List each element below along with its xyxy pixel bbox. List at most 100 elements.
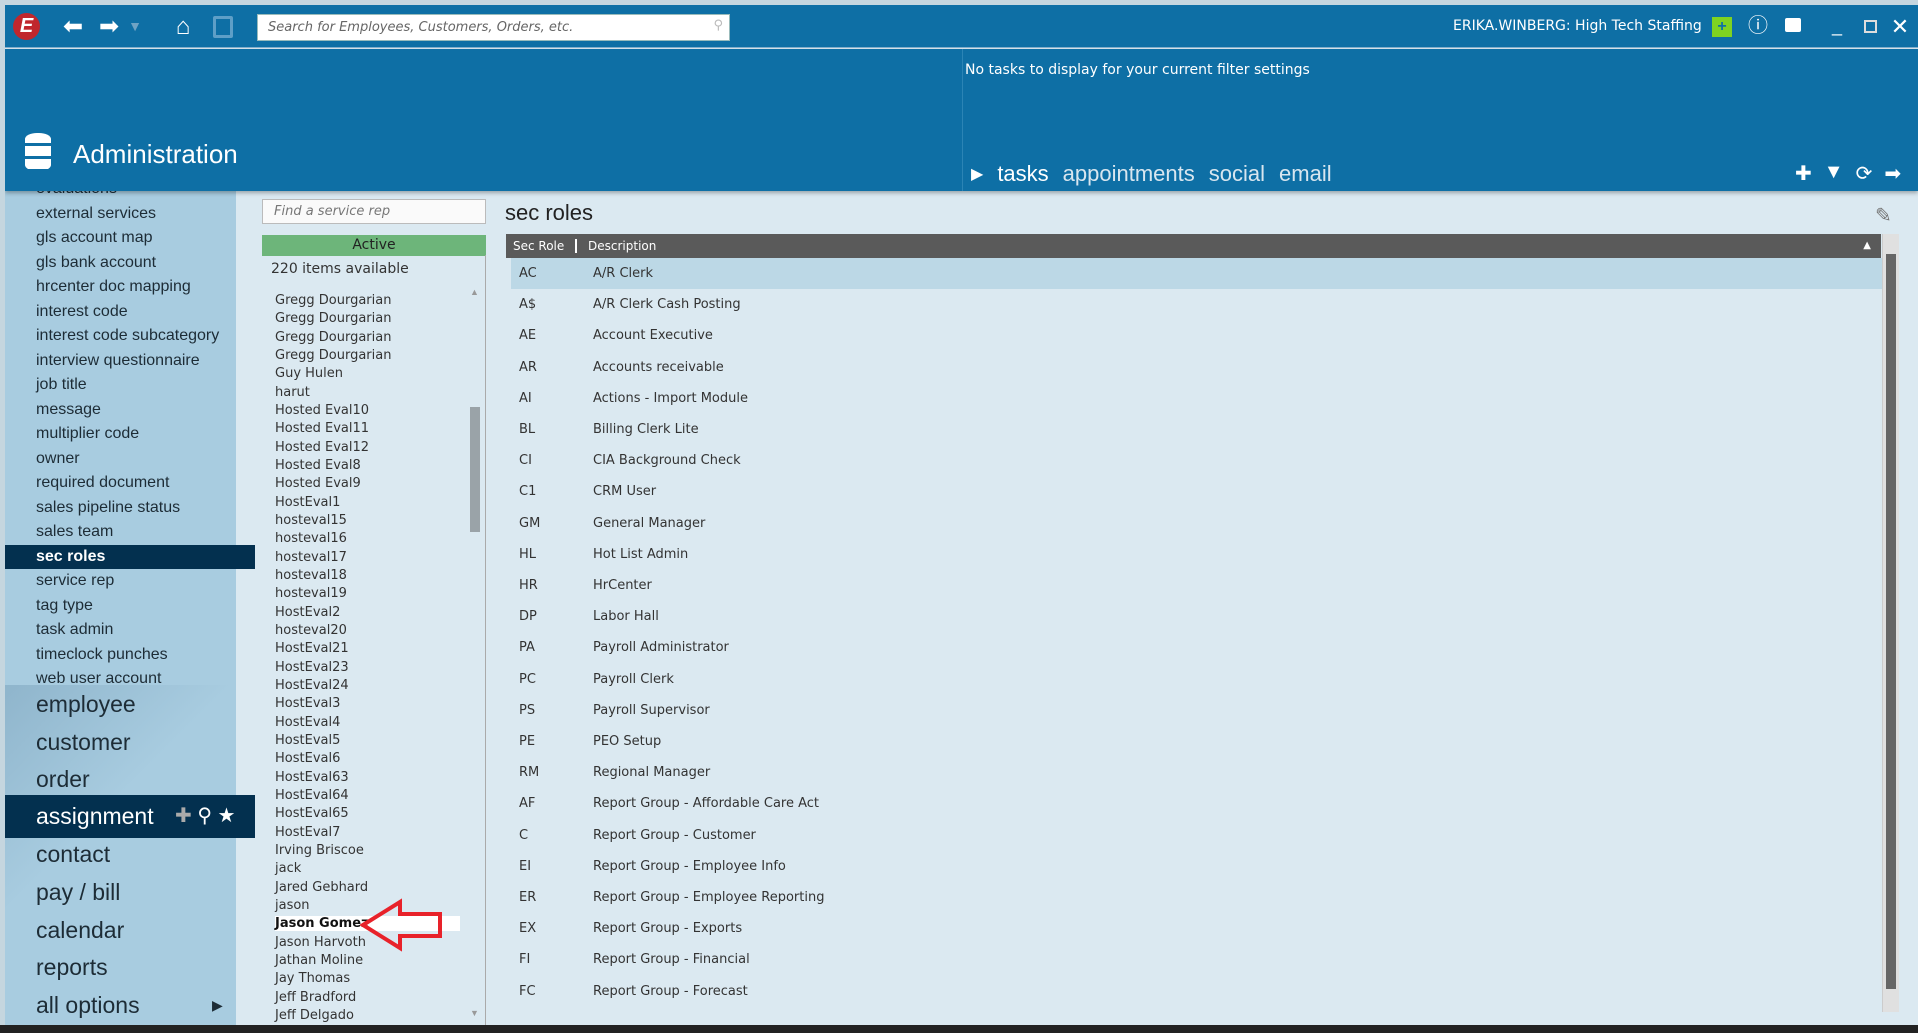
app-logo[interactable]: E xyxy=(13,13,40,40)
list-item[interactable]: HostEval7 xyxy=(275,825,340,840)
nav-item-contact[interactable]: contact xyxy=(5,835,236,873)
add-icon[interactable]: ✚ xyxy=(175,805,192,827)
nav-item-reports[interactable]: reports xyxy=(5,948,236,986)
save-icon[interactable] xyxy=(213,16,233,38)
filter-icon[interactable]: ▼ xyxy=(1824,161,1844,186)
table-row[interactable]: FI Report Group - Financial xyxy=(511,944,1885,975)
list-item[interactable]: HostEval24 xyxy=(275,678,349,693)
sidebar-item[interactable]: interest code xyxy=(5,300,236,324)
sidebar-item[interactable]: job title xyxy=(5,373,236,397)
list-item[interactable]: Hosted Eval12 xyxy=(275,440,369,455)
nav-item-all-options[interactable]: all options ▶ xyxy=(5,986,236,1024)
table-row[interactable]: A$ A/R Clerk Cash Posting xyxy=(511,289,1885,320)
tab-tasks[interactable]: tasks xyxy=(997,161,1048,187)
list-item[interactable]: hosteval20 xyxy=(275,623,347,638)
table-row[interactable]: HR HrCenter xyxy=(511,570,1885,601)
table-row[interactable]: AI Actions - Import Module xyxy=(511,383,1885,414)
list-item[interactable]: Jeff Delgado xyxy=(275,1008,354,1023)
list-item[interactable]: HostEval63 xyxy=(275,770,349,785)
list-item[interactable]: HostEval4 xyxy=(275,715,340,730)
nav-item-assignment[interactable]: assignment ✚ ⚲ ★ xyxy=(5,794,255,838)
sidebar-item[interactable]: timeclock punches xyxy=(5,643,236,667)
sidebar-item[interactable]: interest code subcategory xyxy=(5,324,236,348)
table-row[interactable]: PS Payroll Supervisor xyxy=(511,695,1885,726)
table-scrollbar[interactable] xyxy=(1882,234,1899,1012)
edit-pencil-icon[interactable]: ✎ xyxy=(1875,203,1892,228)
star-icon[interactable]: ★ xyxy=(218,805,236,827)
list-item[interactable]: Jared Gebhard xyxy=(275,880,368,895)
list-item[interactable]: hosteval15 xyxy=(275,513,347,528)
list-item[interactable]: hosteval16 xyxy=(275,531,347,546)
add-icon[interactable]: ✚ xyxy=(1795,161,1812,186)
table-row[interactable]: EX Report Group - Exports xyxy=(511,913,1885,944)
home-icon[interactable]: ⌂ xyxy=(169,5,197,48)
close-icon[interactable]: ✕ xyxy=(1889,5,1911,48)
table-row[interactable]: AC A/R Clerk xyxy=(511,258,1885,289)
list-item[interactable]: Jason Harvoth xyxy=(275,935,366,950)
list-item[interactable]: Gregg Dourgarian xyxy=(275,330,391,345)
table-row[interactable]: ER Report Group - Employee Reporting xyxy=(511,882,1885,913)
sidebar-item[interactable]: interview questionnaire xyxy=(5,349,236,373)
list-item[interactable]: Jeff Bradford xyxy=(275,990,356,1005)
scrollbar-thumb[interactable] xyxy=(1886,254,1896,989)
tab-social[interactable]: social xyxy=(1209,161,1265,187)
search-icon[interactable]: ⚲ xyxy=(197,805,212,827)
list-item[interactable]: Hosted Eval9 xyxy=(275,476,361,491)
list-item[interactable]: hosteval18 xyxy=(275,568,347,583)
list-item[interactable]: jack xyxy=(275,861,301,876)
list-item[interactable]: Jay Thomas xyxy=(275,971,350,986)
back-arrow-icon[interactable]: ⬅ xyxy=(60,5,86,48)
refresh-icon[interactable]: ⟳ xyxy=(1856,161,1873,186)
sidebar-item[interactable]: hrcenter doc mapping xyxy=(5,275,236,299)
table-row[interactable]: C Report Group - Customer xyxy=(511,820,1885,851)
list-item[interactable]: Gregg Dourgarian xyxy=(275,293,391,308)
tab-email[interactable]: email xyxy=(1279,161,1332,187)
list-item[interactable]: Gregg Dourgarian xyxy=(275,348,391,363)
list-item[interactable]: HostEval23 xyxy=(275,660,349,675)
list-item[interactable]: Guy Hulen xyxy=(275,366,343,381)
list-item[interactable]: Hosted Eval10 xyxy=(275,403,369,418)
table-row[interactable]: FC Report Group - Forecast xyxy=(511,976,1885,1007)
table-row[interactable]: PA Payroll Administrator xyxy=(511,632,1885,663)
arrow-right-icon[interactable]: ➡ xyxy=(1884,161,1901,186)
list-item[interactable]: HostEval65 xyxy=(275,806,349,821)
maximize-icon[interactable] xyxy=(1864,20,1877,33)
tab-appointments[interactable]: appointments xyxy=(1063,161,1195,187)
forward-arrow-icon[interactable]: ➡ xyxy=(96,5,122,48)
list-item[interactable]: HostEval6 xyxy=(275,751,340,766)
sidebar-item[interactable]: external services xyxy=(5,202,236,226)
table-row[interactable]: PC Payroll Clerk xyxy=(511,664,1885,695)
sidebar-item[interactable]: sales team xyxy=(5,520,236,544)
nav-item-customer[interactable]: customer xyxy=(5,723,236,761)
table-row[interactable]: RM Regional Manager xyxy=(511,757,1885,788)
list-item[interactable]: HostEval3 xyxy=(275,696,340,711)
help-icon[interactable]: ⓘ xyxy=(1745,5,1771,48)
list-item[interactable]: Jathan Moline xyxy=(275,953,363,968)
list-item[interactable]: hosteval17 xyxy=(275,550,347,565)
scroll-down-icon[interactable]: ▼ xyxy=(470,1008,479,1018)
sort-ascending-icon[interactable]: ▲ xyxy=(1863,234,1871,258)
list-item[interactable]: HostEval21 xyxy=(275,641,349,656)
expand-arrow-icon[interactable]: ▶ xyxy=(212,986,223,1024)
list-item[interactable]: Hosted Eval11 xyxy=(275,421,369,436)
sidebar-item[interactable]: task admin xyxy=(5,618,236,642)
sidebar-item[interactable]: required document xyxy=(5,471,236,495)
table-row[interactable]: BL Billing Clerk Lite xyxy=(511,414,1885,445)
nav-item-calendar[interactable]: calendar xyxy=(5,911,236,949)
feedback-icon[interactable] xyxy=(1785,18,1801,32)
sidebar-item[interactable]: message xyxy=(5,398,236,422)
list-item[interactable]: harut xyxy=(275,385,310,400)
nav-actions[interactable]: ✚ ⚲ ★ xyxy=(175,795,235,838)
nav-item-order[interactable]: order xyxy=(5,760,236,798)
column-sec-role[interactable]: Sec Role xyxy=(513,234,564,258)
sidebar-item[interactable]: sales pipeline status xyxy=(5,496,236,520)
service-rep-search[interactable]: Find a service rep xyxy=(262,199,486,224)
list-item[interactable]: Gregg Dourgarian xyxy=(275,311,391,326)
table-row[interactable]: EI Report Group - Employee Info xyxy=(511,851,1885,882)
list-item[interactable]: HostEval2 xyxy=(275,605,340,620)
nav-item-pay-bill[interactable]: pay / bill xyxy=(5,873,236,911)
column-description[interactable]: Description xyxy=(588,234,656,258)
scroll-up-icon[interactable]: ▲ xyxy=(470,287,479,297)
global-search-input[interactable]: Search for Employees, Customers, Orders,… xyxy=(257,14,730,41)
table-row[interactable]: AF Report Group - Affordable Care Act xyxy=(511,788,1885,819)
